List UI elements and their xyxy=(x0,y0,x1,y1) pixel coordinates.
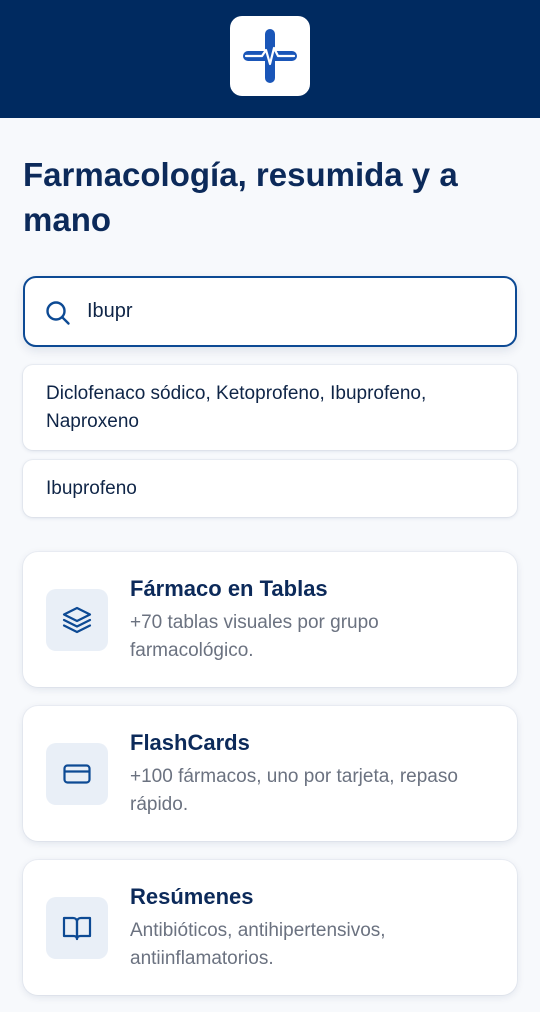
book-icon xyxy=(62,916,92,941)
suggestion-label: Diclofenaco sódico, Ketoprofeno, Ibuprof… xyxy=(46,382,427,432)
search-field[interactable]: Ibupr xyxy=(23,276,517,347)
card-resumenes[interactable]: Resúmenes Antibióticos, antihipertensivo… xyxy=(23,860,517,995)
card-icon-box xyxy=(46,743,108,805)
app-header xyxy=(0,0,540,118)
card-flashcards[interactable]: FlashCards +100 fármacos, uno por tarjet… xyxy=(23,706,517,841)
card-icon-box xyxy=(46,589,108,651)
layers-icon xyxy=(62,606,92,634)
card-farmaco-en-tablas[interactable]: Fármaco en Tablas +70 tablas visuales po… xyxy=(23,552,517,687)
card-icon-box xyxy=(46,897,108,959)
card-title: Fármaco en Tablas xyxy=(130,576,328,601)
card-title: FlashCards xyxy=(130,730,250,755)
search-input[interactable]: Ibupr xyxy=(87,278,133,344)
card-title: Resúmenes xyxy=(130,884,254,909)
page-title: Farmacología, resumida y a mano xyxy=(23,156,458,238)
medical-cross-pulse-icon xyxy=(243,29,297,83)
suggestion-item[interactable]: Ibuprofeno xyxy=(23,460,517,517)
app-logo[interactable] xyxy=(230,16,310,96)
suggestion-item[interactable]: Diclofenaco sódico, Ketoprofeno, Ibuprof… xyxy=(23,365,517,450)
card-description: +100 fármacos, uno por tarjeta, repaso r… xyxy=(130,766,458,815)
card-icon xyxy=(63,764,91,784)
suggestion-label: Ibuprofeno xyxy=(46,477,137,499)
card-description: Antibióticos, antihipertensivos, antiinf… xyxy=(130,920,386,969)
search-icon xyxy=(46,301,70,325)
card-description: +70 tablas visuales por grupo farmacológ… xyxy=(130,612,379,661)
